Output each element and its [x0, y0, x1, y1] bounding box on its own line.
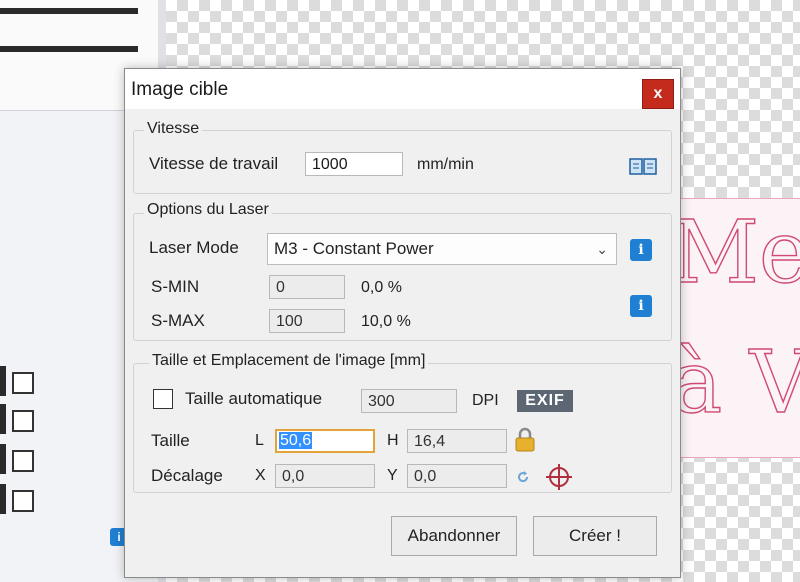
- laser-mode-value: M3 - Constant Power: [274, 239, 434, 258]
- layer-checkbox[interactable]: [12, 410, 34, 432]
- divider: [0, 46, 138, 52]
- exif-button[interactable]: EXIF: [517, 390, 573, 412]
- dpi-input[interactable]: 300: [361, 389, 457, 413]
- row-marker: [0, 404, 6, 434]
- book-icon[interactable]: [629, 157, 657, 177]
- reset-icon[interactable]: [515, 469, 531, 485]
- laser-mode-select[interactable]: M3 - Constant Power ⌄: [267, 233, 617, 265]
- offset-label: Décalage: [151, 466, 223, 485]
- close-button[interactable]: x: [642, 79, 674, 109]
- work-speed-input[interactable]: 1000: [305, 152, 403, 176]
- smin-input[interactable]: 0: [269, 275, 345, 299]
- dialog-title: Image cible: [131, 79, 229, 100]
- height-label: H: [387, 432, 399, 449]
- layer-checkbox[interactable]: [12, 490, 34, 512]
- auto-size-checkbox[interactable]: [153, 389, 173, 409]
- image-target-dialog: Image cible x Vitesse Vitesse de travail…: [124, 68, 681, 578]
- smax-label: S-MAX: [151, 311, 205, 330]
- speed-group-label: Vitesse: [144, 120, 203, 138]
- width-value: 50,6: [279, 432, 313, 449]
- preview-text: à V: [676, 332, 800, 433]
- offset-y-label: Y: [387, 467, 398, 484]
- laser-mode-label: Laser Mode: [149, 238, 239, 257]
- offset-x-label: X: [255, 467, 266, 484]
- row-marker: [0, 444, 6, 474]
- chevron-down-icon: ⌄: [596, 241, 608, 257]
- layer-checkbox[interactable]: [12, 450, 34, 472]
- smin-percent: 0,0 %: [361, 279, 402, 296]
- work-speed-label: Vitesse de travail: [149, 154, 279, 173]
- info-icon[interactable]: i: [630, 239, 652, 261]
- divider: [0, 8, 138, 14]
- laser-options-label: Options du Laser: [144, 201, 272, 219]
- smax-input[interactable]: 100: [269, 309, 345, 333]
- width-input[interactable]: 50,6: [275, 429, 375, 453]
- height-input[interactable]: 16,4: [407, 429, 507, 453]
- dialog-titlebar[interactable]: Image cible x: [125, 69, 680, 109]
- speed-unit: mm/min: [417, 156, 474, 173]
- row-marker: [0, 484, 6, 514]
- size-label: Taille: [151, 431, 190, 450]
- size-group-label: Taille et Emplacement de l'image [mm]: [149, 352, 429, 370]
- crosshair-icon[interactable]: [545, 463, 573, 491]
- offset-x-input[interactable]: 0,0: [275, 464, 375, 488]
- create-button[interactable]: Créer !: [533, 516, 657, 556]
- smax-percent: 10,0 %: [361, 313, 411, 330]
- info-icon[interactable]: i: [630, 295, 652, 317]
- row-marker: [0, 366, 6, 396]
- image-preview: Me à V: [676, 198, 800, 458]
- preview-text: Me: [676, 202, 800, 303]
- width-label: L: [255, 432, 264, 449]
- auto-size-label: Taille automatique: [185, 389, 323, 408]
- cancel-button[interactable]: Abandonner: [391, 516, 517, 556]
- lock-icon[interactable]: [514, 427, 536, 453]
- layer-checkbox[interactable]: [12, 372, 34, 394]
- dpi-label: DPI: [472, 392, 499, 409]
- smin-label: S-MIN: [151, 277, 200, 296]
- offset-y-input[interactable]: 0,0: [407, 464, 507, 488]
